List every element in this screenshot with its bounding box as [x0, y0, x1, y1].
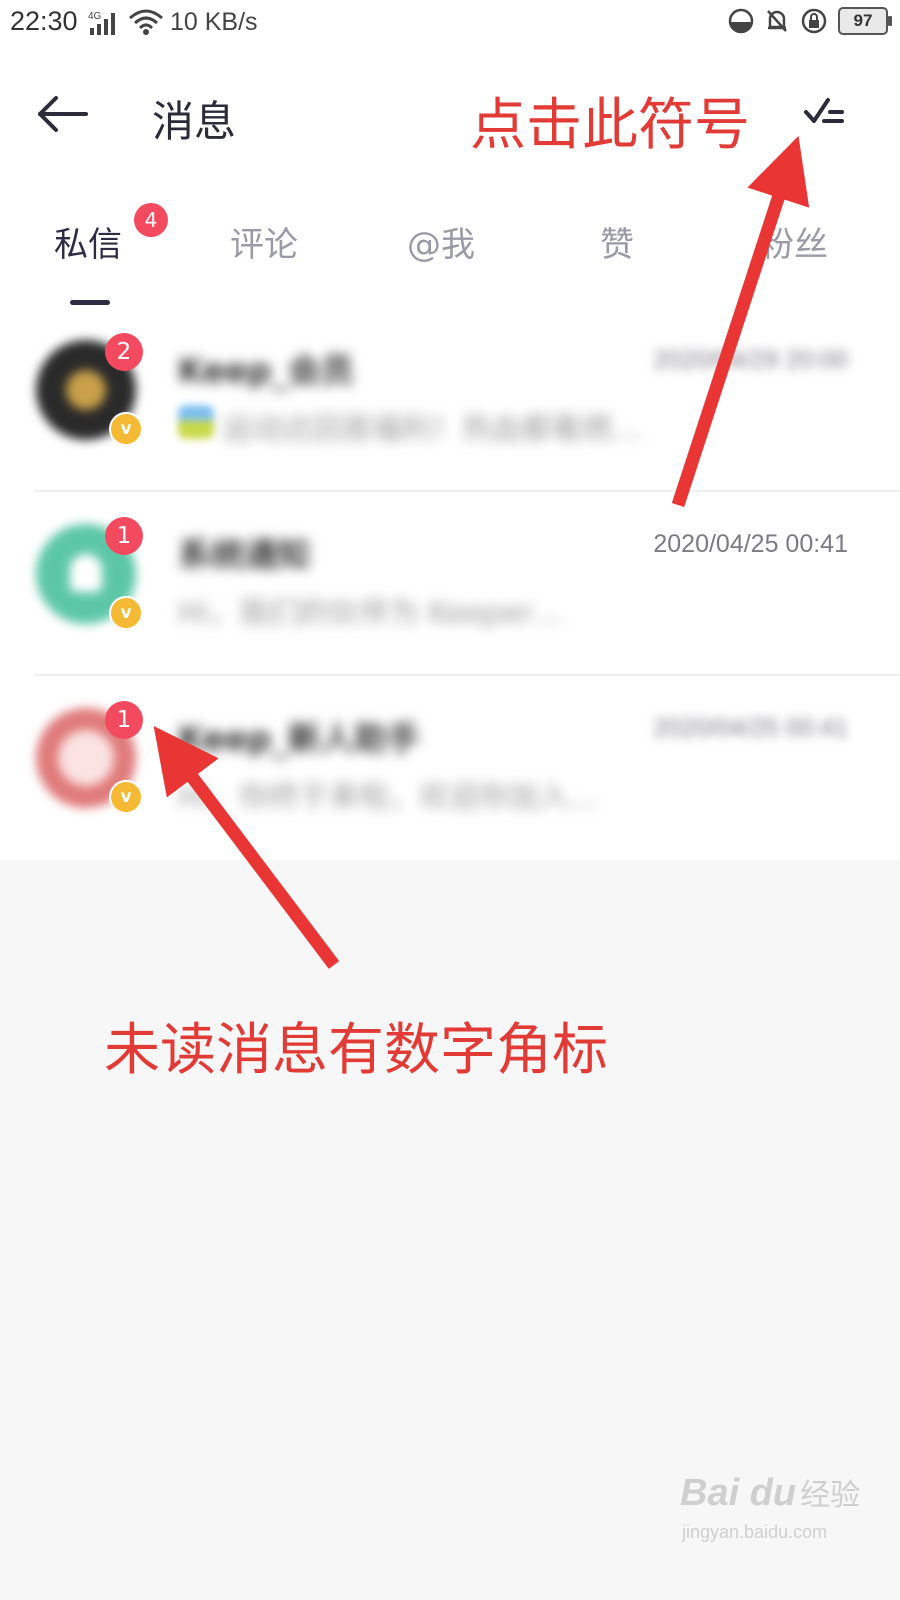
annotation-top: 点击此符号 [470, 93, 750, 158]
annotation-bottom: 未读消息有数字角标 [104, 1018, 608, 1083]
watermark-url: jingyan.baidu.com [682, 1522, 828, 1542]
watermark-logo: Bai du [680, 1472, 797, 1514]
watermark: Bai du 经验 jingyan.baidu.com [680, 1470, 861, 1542]
arrow-to-unread-badge [153, 726, 340, 969]
watermark-cn: 经验 [800, 1478, 861, 1513]
annotation-arrows [153, 135, 810, 969]
arrow-to-mark-read-icon [671, 135, 810, 508]
